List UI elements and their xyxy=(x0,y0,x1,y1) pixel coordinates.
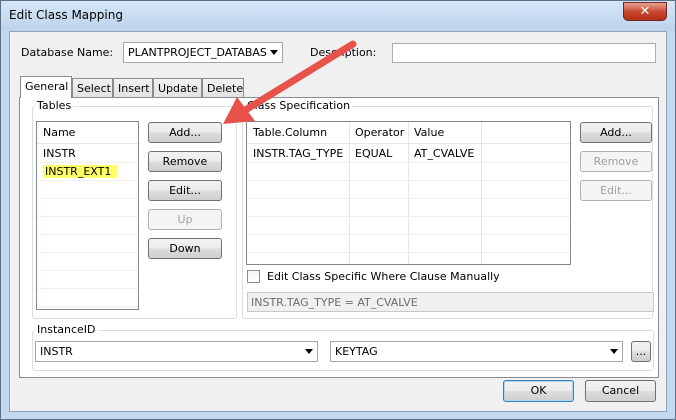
tab-general[interactable]: General xyxy=(20,76,72,98)
edit-class-mapping-window: Edit Class Mapping ✕ Database Name: PLAN… xyxy=(0,0,676,420)
annotation-arrow xyxy=(223,40,357,124)
tab-label: General xyxy=(25,80,69,93)
arrow-shaft xyxy=(243,40,357,113)
